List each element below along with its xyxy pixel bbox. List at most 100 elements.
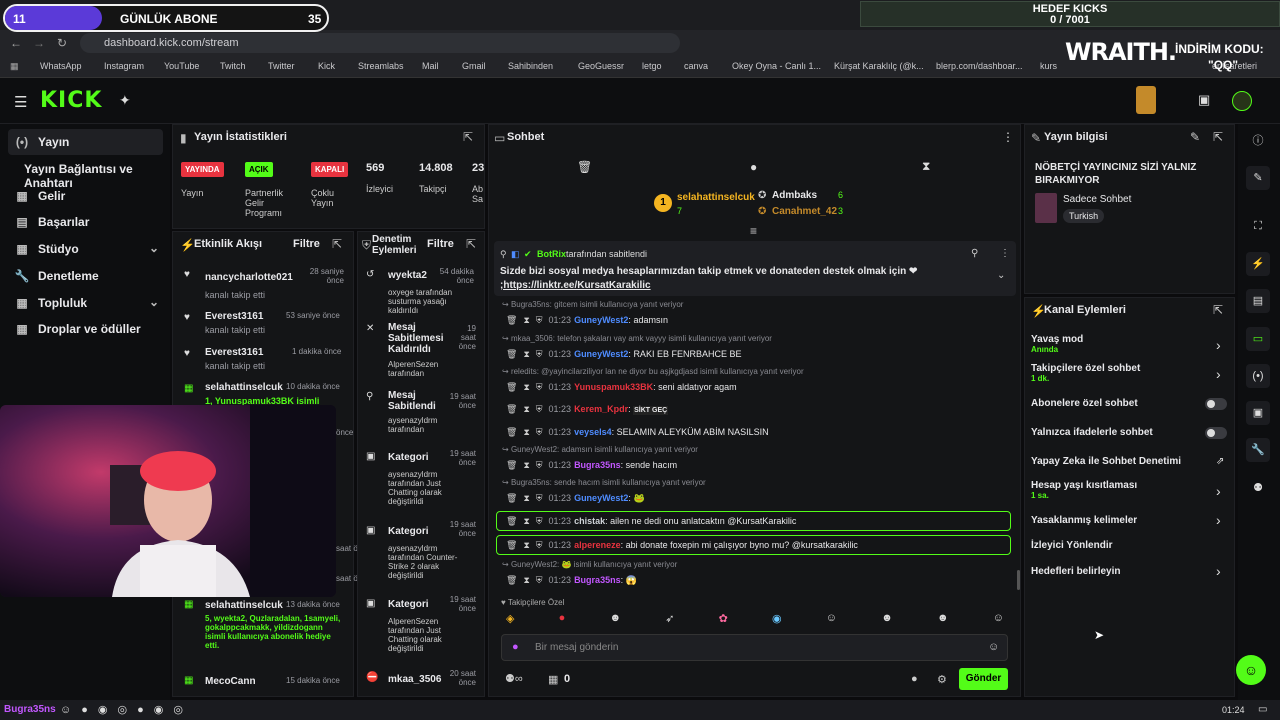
sidebar-item-yayin[interactable]: (•) Yayın	[8, 129, 163, 155]
layout-icon[interactable]: ▣	[1246, 401, 1270, 425]
shield-icon[interactable]: ⛨	[536, 493, 543, 503]
gift-icon[interactable]: ▦	[548, 673, 558, 686]
collapse-icon[interactable]: ≡	[750, 224, 757, 238]
popout-icon[interactable]: ⇱	[332, 237, 342, 251]
reload-icon[interactable]: ↻	[57, 36, 67, 50]
message-user[interactable]: alpereneze	[574, 540, 621, 550]
followers-only-action[interactable]: Takipçilere özel sohbet 1 dk.	[1031, 363, 1140, 383]
chevron-right-icon[interactable]: ›	[1216, 512, 1221, 528]
hourglass-icon[interactable]: ⧗	[523, 427, 529, 437]
chevron-right-icon[interactable]: ›	[1216, 563, 1221, 579]
shield-icon[interactable]: ⛨	[536, 516, 543, 526]
emote-icon[interactable]: ☻	[609, 612, 621, 628]
broadcast-icon[interactable]: (•)	[1246, 364, 1270, 388]
bookmark-streamlabs[interactable]: Streamlabs	[358, 61, 404, 71]
emotes-only-toggle[interactable]	[1205, 427, 1227, 439]
account-age-action[interactable]: Hesap yaşı kısıtlaması 1 sa.	[1031, 480, 1137, 500]
bookmark-blerp[interactable]: blerp.com/dashboar...	[936, 61, 1023, 71]
shield-icon[interactable]: ⛨	[536, 382, 543, 392]
hourglass-icon[interactable]: ⧗	[922, 159, 930, 174]
trash-icon[interactable]: 🗑	[506, 315, 517, 325]
banned-words-action[interactable]: Yasaklanmış kelimeler	[1031, 515, 1137, 526]
mic-icon[interactable]: ●	[512, 641, 519, 653]
message-user[interactable]: Bugra35ns	[574, 575, 621, 585]
message-user[interactable]: Kerem_Kpdr	[574, 404, 628, 414]
activity-filter-button[interactable]: Filtre	[293, 238, 320, 250]
slow-mode-action[interactable]: Yavaş mod Anında	[1031, 334, 1083, 354]
message-user[interactable]: chistak	[574, 516, 605, 526]
bookmark-kursat[interactable]: Kürşat Karaklılç (@k...	[834, 61, 924, 71]
chevron-right-icon[interactable]: ›	[1216, 337, 1221, 353]
apps-icon[interactable]: ▦	[10, 61, 19, 72]
sidebar-item-gelir[interactable]: ▦ Gelir	[8, 183, 163, 209]
ai-moderation-action[interactable]: Yapay Zeka ile Sohbet Denetimi	[1031, 456, 1181, 467]
kick-logo[interactable]: KICK	[40, 88, 102, 113]
trash-icon[interactable]: 🗑	[506, 493, 517, 503]
bookmark-okey[interactable]: Okey Oyna - Canlı 1...	[732, 61, 821, 71]
forward-icon[interactable]: →	[33, 36, 45, 50]
more-icon[interactable]: ⋮	[1002, 130, 1014, 144]
trash-icon[interactable]: 🗑	[506, 516, 517, 526]
pin-icon[interactable]: ✦	[119, 92, 131, 109]
bookmark-sahibinden[interactable]: Sahibinden	[508, 61, 553, 71]
stream-category[interactable]: Sadece Sohbet	[1063, 194, 1131, 205]
bookmark-instagram[interactable]: Instagram	[104, 61, 144, 71]
pinned-by[interactable]: BotRix	[537, 249, 566, 259]
message-user[interactable]: GuneyWest2	[574, 349, 628, 359]
channel-points-icon[interactable]: ⚉∞	[505, 672, 523, 685]
trash-icon[interactable]: 🗑	[506, 427, 517, 437]
trash-icon[interactable]: 🗑	[506, 349, 517, 359]
hourglass-icon[interactable]: ⧗	[523, 493, 529, 503]
hourglass-icon[interactable]: ⧗	[523, 540, 529, 550]
message-user[interactable]: Yunuspamuk33BK	[574, 382, 653, 392]
trash-icon[interactable]: 🗑	[506, 404, 517, 414]
back-icon[interactable]: ←	[10, 36, 22, 50]
emote-icon[interactable]: ◉	[772, 612, 782, 628]
bookmark-whatsapp[interactable]: WhatsApp	[40, 61, 82, 71]
streamer-avatar[interactable]	[1136, 86, 1156, 114]
emote-icon[interactable]: ✿	[719, 612, 728, 628]
shield-icon[interactable]: ⛨	[536, 460, 543, 470]
bookmark-kick[interactable]: Kick	[318, 61, 335, 71]
sidebar-item-topluluk[interactable]: ▦ Topluluk ⌄	[8, 290, 163, 316]
chat-scrollbar[interactable]	[1017, 570, 1020, 590]
hourglass-icon[interactable]: ⧗	[523, 349, 529, 359]
external-link-icon[interactable]: ⇗	[1216, 456, 1224, 467]
hourglass-icon[interactable]: ⧗	[523, 575, 529, 585]
message-user[interactable]: Bugra35ns	[574, 460, 621, 470]
popout-icon[interactable]: ⇱	[466, 237, 476, 251]
bookmark-letgo[interactable]: letgo	[642, 61, 662, 71]
raid-action[interactable]: İzleyici Yönlendir	[1031, 540, 1113, 551]
emoji-icon[interactable]: ☺	[988, 641, 999, 653]
emote-icon[interactable]: ☺	[826, 612, 837, 628]
fullscreen-icon[interactable]: ⛶	[1246, 214, 1270, 238]
users-icon[interactable]: ⚉	[1246, 476, 1270, 500]
unpin-icon[interactable]: ⚲	[971, 248, 978, 259]
goals-action[interactable]: Hedefleri belirleyin	[1031, 566, 1120, 577]
wrench-icon[interactable]: 🔧	[1246, 438, 1270, 462]
popout-icon[interactable]: ⇱	[1213, 130, 1223, 144]
emote-icon[interactable]: ●	[559, 612, 566, 628]
bookmark-gmail[interactable]: Gmail	[462, 61, 486, 71]
taskbar-apps[interactable]: ☺●◉◎●◉◎	[60, 703, 193, 716]
trash-icon[interactable]: 🗑	[506, 382, 517, 392]
bookmark-twitter[interactable]: Twitter	[268, 61, 295, 71]
edit-icon[interactable]: ✎	[1190, 130, 1200, 144]
mod-filter-button[interactable]: Filtre	[427, 238, 454, 250]
support-chat-button[interactable]: ☺	[1236, 655, 1266, 685]
trash-icon[interactable]: 🗑	[577, 160, 592, 174]
emote-icon[interactable]: ☻	[881, 612, 893, 628]
chat-bubble-icon[interactable]: ●	[750, 160, 757, 174]
subscribers-only-toggle[interactable]	[1205, 398, 1227, 410]
settings-icon[interactable]: ⚙	[937, 673, 947, 686]
leader-name[interactable]: Canahmet_42	[772, 206, 837, 217]
leader-name[interactable]: Admbaks	[772, 190, 817, 201]
bookmark-youtube[interactable]: YouTube	[164, 61, 199, 71]
popout-icon[interactable]: ⇱	[1213, 303, 1223, 317]
shield-icon[interactable]: ⛨	[536, 404, 543, 414]
sidebar-item-basarilar[interactable]: ▤ Başarılar	[8, 209, 163, 235]
user-avatar[interactable]	[1232, 91, 1252, 111]
sidebar-item-stream-key[interactable]: Yayın Bağlantısı ve Anahtarı	[18, 156, 173, 190]
notification-icon[interactable]: ▭	[1258, 704, 1267, 715]
popout-icon[interactable]: ⇱	[463, 130, 473, 144]
